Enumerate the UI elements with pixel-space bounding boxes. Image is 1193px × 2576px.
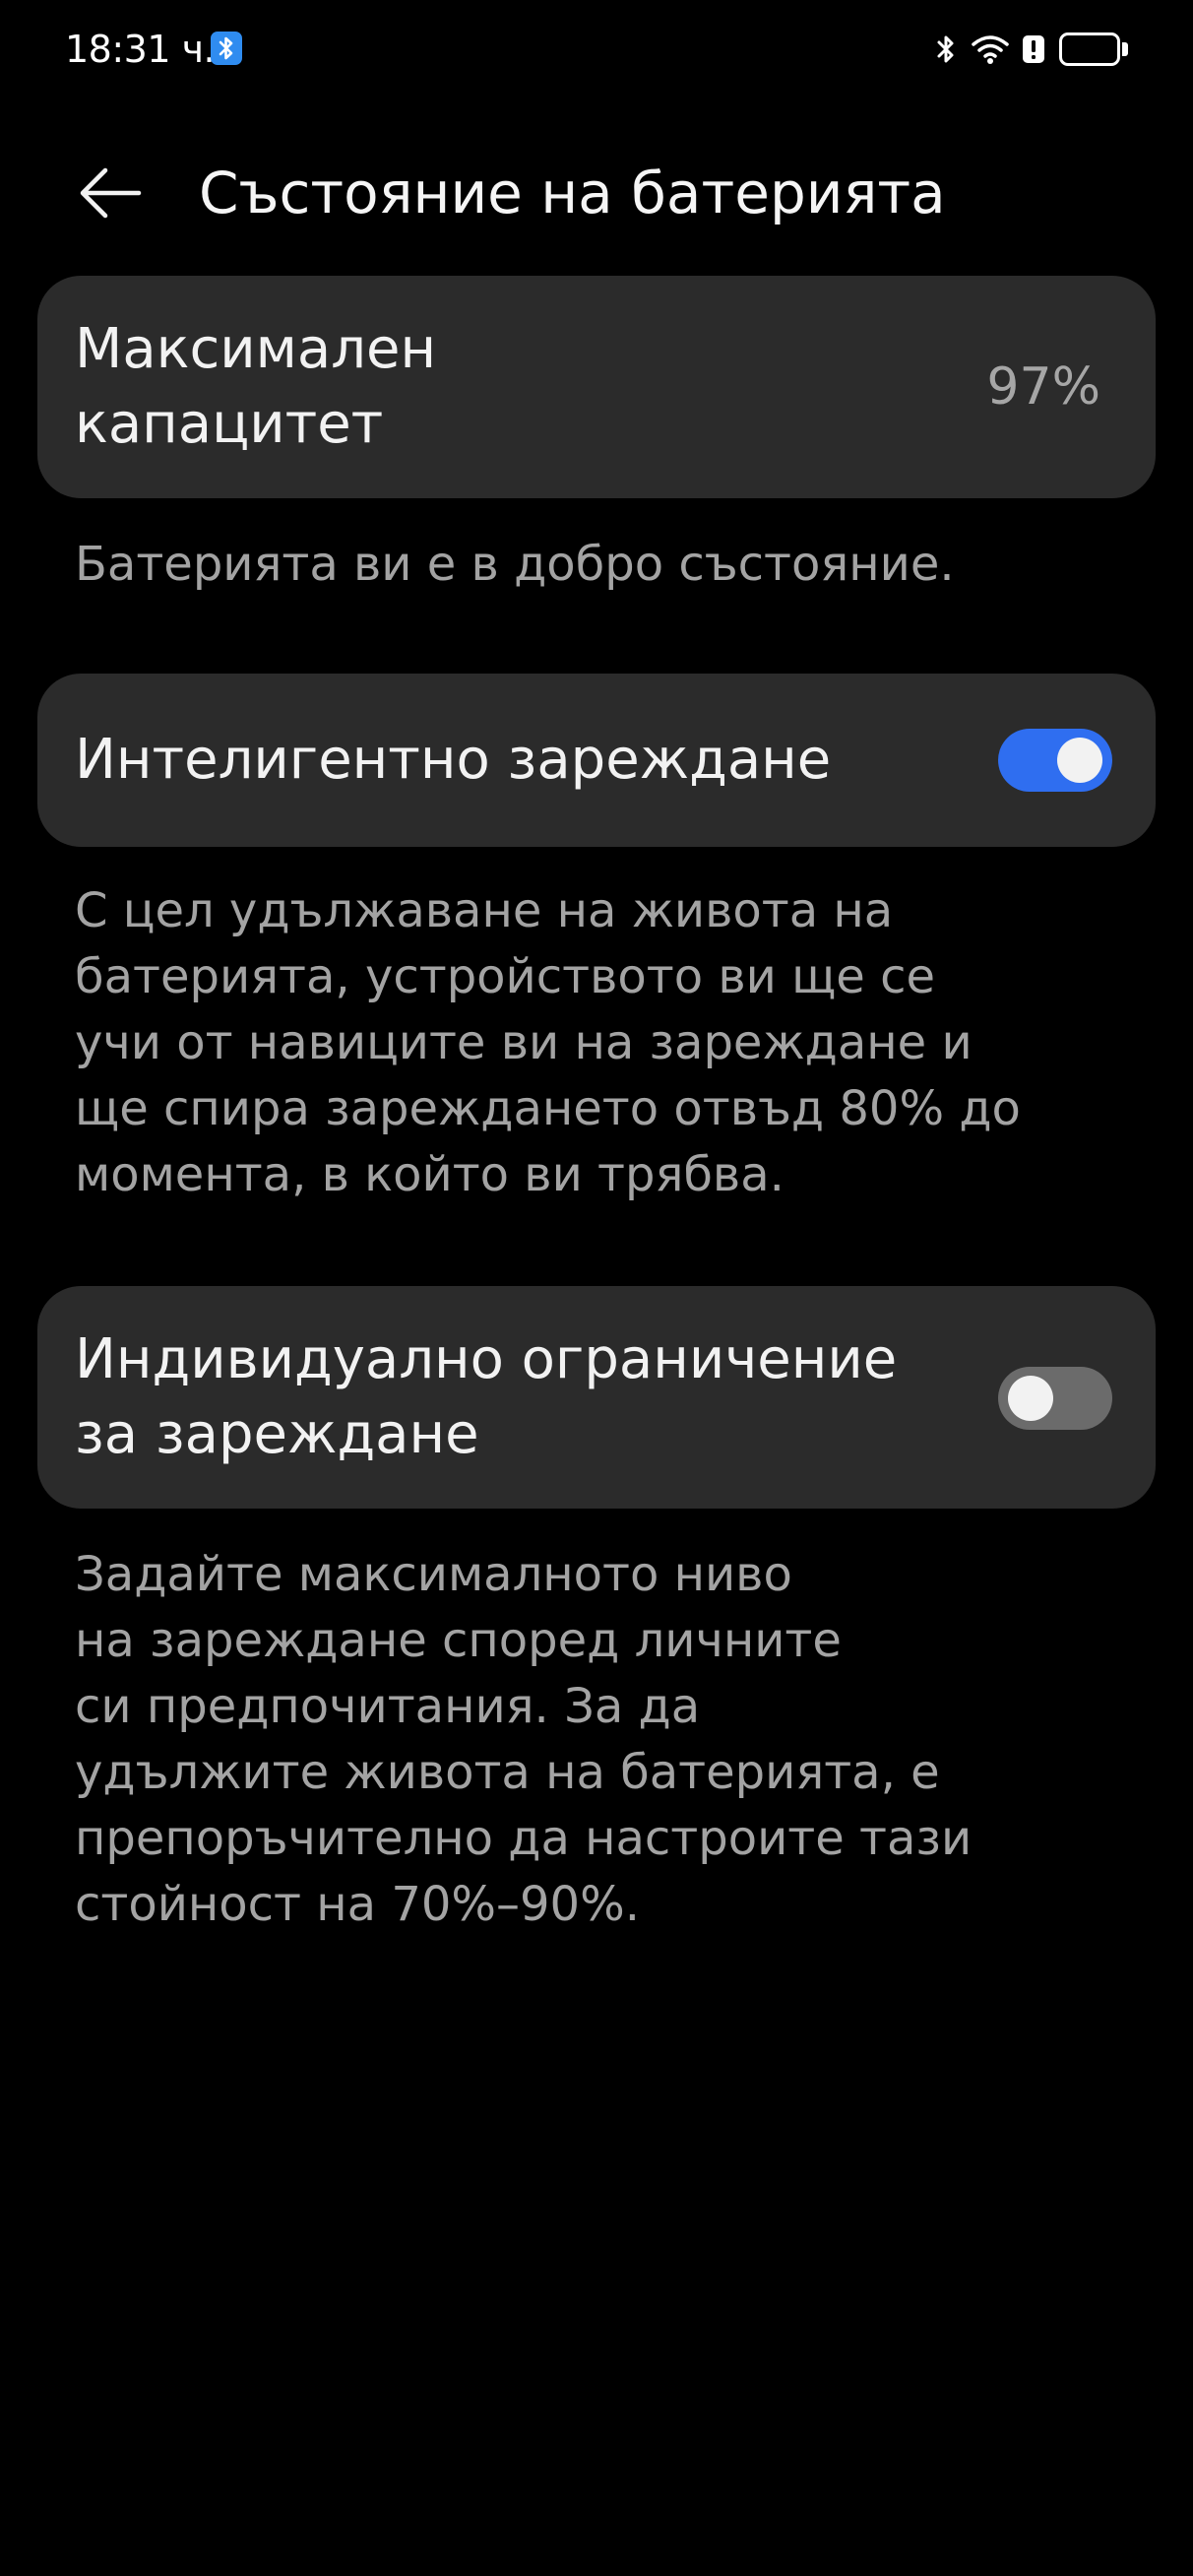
max-capacity-card[interactable]: Максимален капацитет 97% [37, 276, 1156, 498]
toggle-knob [1057, 738, 1102, 783]
max-capacity-description: Батерията ви е в добро състояние. [75, 537, 955, 592]
battery-level: 77 [1074, 35, 1105, 63]
arrow-left-icon [80, 167, 142, 219]
bluetooth-notification-icon [211, 32, 242, 65]
status-time: 18:31 ч. [65, 28, 216, 71]
max-capacity-label: Максимален капацитет [75, 317, 437, 456]
custom-limit-label: Индивидуално ограничение за зареждане [75, 1327, 898, 1466]
back-button[interactable] [73, 158, 148, 228]
page-title: Състояние на батерията [199, 160, 946, 226]
custom-limit-card[interactable]: Индивидуално ограничение за зареждане [37, 1286, 1156, 1509]
custom-limit-toggle[interactable] [998, 1367, 1112, 1430]
custom-limit-description: Задайте максималното ниво на зареждане с… [75, 1547, 973, 1932]
alert-icon [1022, 33, 1045, 65]
bluetooth-icon [935, 32, 957, 66]
battery-icon: 77 [1059, 32, 1128, 66]
header: Състояние на батерията [0, 138, 1193, 246]
smart-charging-description: С цел удължаване на живота на батерията,… [75, 883, 1021, 1202]
smart-charging-toggle[interactable] [998, 729, 1112, 792]
max-capacity-value: 97% [986, 357, 1100, 417]
toggle-knob [1008, 1376, 1053, 1421]
smart-charging-card[interactable]: Интелигентно зареждане [37, 674, 1156, 847]
smart-charging-label: Интелигентно зареждане [75, 728, 832, 792]
status-bar: 18:31 ч. 77 [0, 0, 1193, 98]
wifi-icon [971, 33, 1010, 65]
status-icons: 77 [935, 28, 1128, 71]
